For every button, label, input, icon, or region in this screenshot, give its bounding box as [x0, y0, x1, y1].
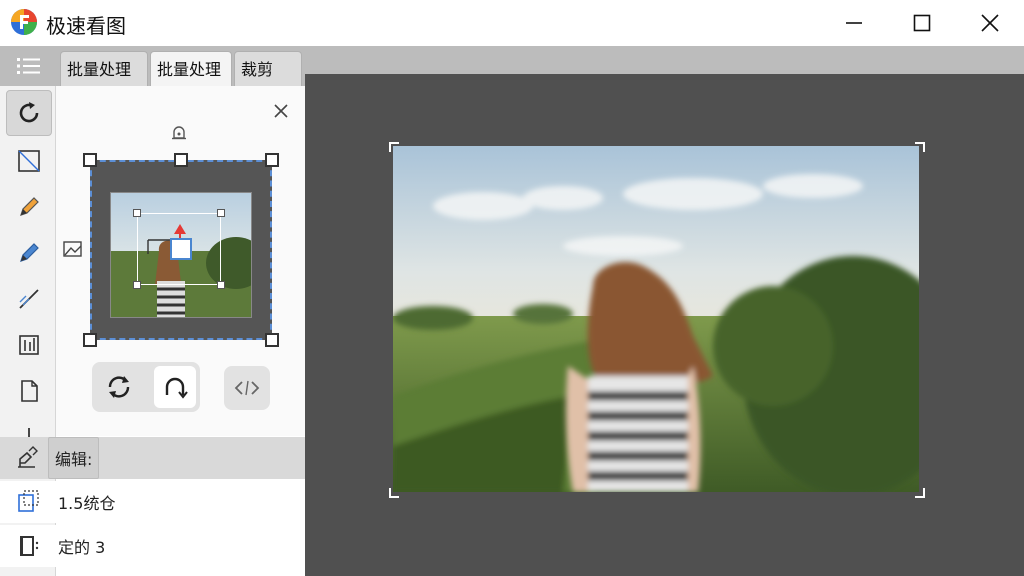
- zoom-row[interactable]: 1.5统仓: [0, 481, 305, 523]
- crop-handle-top-right[interactable]: [265, 153, 279, 167]
- tab-batch-process-2[interactable]: 批量处理: [150, 51, 232, 86]
- menu-button[interactable]: [0, 46, 58, 86]
- rotate-controls: [92, 362, 200, 412]
- edit-label: 编辑:: [48, 437, 100, 479]
- maximize-button[interactable]: [892, 0, 952, 46]
- list-menu-icon: [17, 58, 40, 74]
- line-icon: [19, 289, 39, 309]
- line-tool-button[interactable]: [6, 276, 52, 322]
- close-icon: [981, 14, 999, 32]
- fixed-row[interactable]: 定的 3: [0, 525, 305, 567]
- minimize-button[interactable]: [824, 0, 884, 46]
- tab-crop[interactable]: 裁剪: [234, 51, 302, 86]
- title-bar: 极速看图: [0, 0, 1024, 46]
- arc-rotate-icon: [165, 377, 188, 399]
- photo-image: [393, 146, 919, 492]
- mirror-button[interactable]: [224, 366, 270, 410]
- crop-corner-bottom-right[interactable]: [915, 488, 925, 498]
- adjust-icon: [19, 335, 39, 355]
- crop-corner-top-left[interactable]: [389, 142, 399, 152]
- rotate-icon: [19, 102, 39, 123]
- edit-row[interactable]: 编辑:: [0, 437, 305, 479]
- crop-panel: [56, 86, 305, 436]
- app-logo-icon: [11, 9, 37, 35]
- fixed-label: 定的 3: [58, 538, 106, 557]
- close-icon: [274, 104, 288, 118]
- crop-corner-top-right[interactable]: [915, 142, 925, 152]
- focus-square[interactable]: [170, 238, 192, 260]
- crop-handle-top-left[interactable]: [83, 153, 97, 167]
- crop-frame-icon: [18, 150, 40, 172]
- adjust-tool-button[interactable]: [6, 322, 52, 368]
- maximize-icon: [913, 14, 931, 32]
- rotate-refresh-button[interactable]: [98, 366, 140, 408]
- crop-preview-image: [110, 192, 252, 318]
- panel-close-button[interactable]: [270, 100, 292, 122]
- crop-preview[interactable]: [83, 153, 279, 347]
- pencil-icon: [20, 197, 39, 216]
- zoom-label: 1.5统仓: [58, 494, 116, 513]
- refresh-icon: [108, 376, 130, 398]
- image-canvas[interactable]: [305, 74, 1024, 576]
- book-icon: [0, 525, 56, 567]
- code-mirror-icon: [234, 380, 260, 396]
- app-title: 极速看图: [46, 14, 126, 38]
- mini-crop-box[interactable]: [133, 209, 225, 289]
- flip-button[interactable]: [154, 366, 196, 408]
- crop-frame-tool-button[interactable]: [6, 138, 52, 184]
- crop-corner-bottom-left[interactable]: [389, 488, 399, 498]
- crop-handle-top[interactable]: [174, 153, 188, 167]
- document-tool-button[interactable]: [6, 368, 52, 414]
- image-icon[interactable]: [62, 238, 84, 260]
- document-icon: [21, 380, 38, 402]
- brush-icon: [20, 243, 39, 262]
- tab-batch-process-1[interactable]: 批量处理: [60, 51, 148, 86]
- zoom-select-icon: [0, 481, 56, 523]
- bell-icon: [172, 126, 186, 140]
- crop-handle-bottom-left[interactable]: [83, 333, 97, 347]
- crop-handle-bottom-right[interactable]: [265, 333, 279, 347]
- minimize-icon: [846, 22, 862, 24]
- main-photo[interactable]: [393, 146, 919, 492]
- pencil-tool-button[interactable]: [6, 184, 52, 230]
- rotate-tool-button[interactable]: [6, 90, 52, 136]
- close-window-button[interactable]: [960, 0, 1020, 46]
- brush-tool-button[interactable]: [6, 230, 52, 276]
